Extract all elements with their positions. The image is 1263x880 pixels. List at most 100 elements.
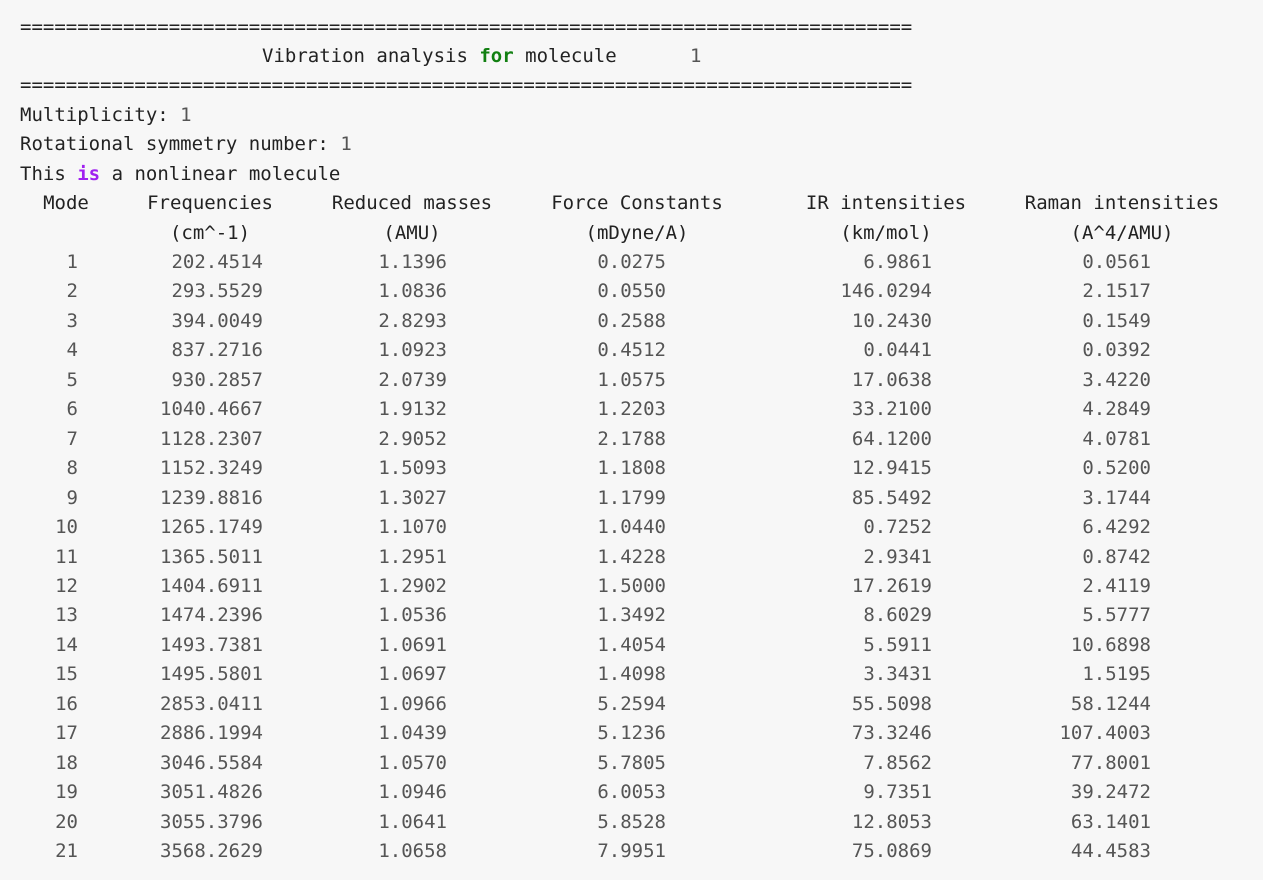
multiplicity-label: Multiplicity: bbox=[20, 104, 169, 126]
cell-ir-intensity: 7.8562 bbox=[863, 752, 932, 774]
cell-frequency: 1152.3249 bbox=[160, 457, 263, 479]
cell-ir-intensity: 33.2100 bbox=[851, 398, 932, 420]
cell-reduced-mass: 1.9132 bbox=[378, 398, 447, 420]
cell-raman-intensity: 2.4119 bbox=[1082, 575, 1151, 597]
nonlinear-this: This bbox=[20, 163, 66, 185]
cell-ir-intensity: 73.3246 bbox=[851, 722, 932, 744]
cell-raman-intensity: 0.0392 bbox=[1082, 339, 1151, 361]
cell-force-constant: 7.9951 bbox=[597, 840, 666, 862]
cell-ir-intensity: 85.5492 bbox=[851, 487, 932, 509]
molecule-number: 1 bbox=[690, 45, 702, 67]
cell-reduced-mass: 1.0536 bbox=[378, 604, 447, 626]
cell-reduced-mass: 1.0946 bbox=[378, 781, 447, 803]
cell-ir-intensity: 12.9415 bbox=[851, 457, 932, 479]
title-suffix: molecule bbox=[525, 45, 617, 67]
cell-frequency: 3568.2629 bbox=[160, 840, 263, 862]
cell-reduced-mass: 1.0697 bbox=[378, 663, 447, 685]
cell-ir-intensity: 10.2430 bbox=[851, 310, 932, 332]
cell-reduced-mass: 1.0658 bbox=[378, 840, 447, 862]
nonlinear-is: is bbox=[77, 163, 101, 185]
cell-raman-intensity: 0.8742 bbox=[1082, 546, 1151, 568]
cell-frequency: 837.2716 bbox=[171, 339, 263, 361]
cell-force-constant: 0.0550 bbox=[597, 280, 666, 302]
cell-frequency: 202.4514 bbox=[171, 251, 263, 273]
cell-force-constant: 1.3492 bbox=[597, 604, 666, 626]
cell-force-constant: 5.8528 bbox=[597, 811, 666, 833]
separator-top: ========================================… bbox=[20, 16, 913, 38]
cell-frequency: 3051.4826 bbox=[160, 781, 263, 803]
cell-force-constant: 1.1799 bbox=[597, 487, 666, 509]
cell-raman-intensity: 3.1744 bbox=[1082, 487, 1151, 509]
cell-frequency: 1404.6911 bbox=[160, 575, 263, 597]
cell-frequency: 394.0049 bbox=[171, 310, 263, 332]
cell-force-constant: 1.1808 bbox=[597, 457, 666, 479]
cell-ir-intensity: 2.9341 bbox=[863, 546, 932, 568]
cell-ir-intensity: 6.9861 bbox=[863, 251, 932, 273]
cell-frequency: 930.2857 bbox=[171, 369, 263, 391]
cell-reduced-mass: 1.0641 bbox=[378, 811, 447, 833]
cell-ir-intensity: 3.3431 bbox=[863, 663, 932, 685]
cell-ir-intensity: 0.7252 bbox=[863, 516, 932, 538]
cell-ir-intensity: 5.5911 bbox=[863, 634, 932, 656]
cell-force-constant: 6.0053 bbox=[597, 781, 666, 803]
cell-frequency: 1365.5011 bbox=[160, 546, 263, 568]
cell-force-constant: 1.0440 bbox=[597, 516, 666, 538]
cell-frequency: 2853.0411 bbox=[160, 693, 263, 715]
cell-raman-intensity: 44.4583 bbox=[1070, 840, 1151, 862]
symmetry-value: 1 bbox=[340, 133, 352, 155]
cell-reduced-mass: 2.9052 bbox=[378, 428, 447, 450]
cell-reduced-mass: 1.3027 bbox=[378, 487, 447, 509]
cell-raman-intensity: 63.1401 bbox=[1070, 811, 1151, 833]
cell-frequency: 2886.1994 bbox=[160, 722, 263, 744]
cell-ir-intensity: 64.1200 bbox=[851, 428, 932, 450]
nonlinear-rest: a nonlinear molecule bbox=[111, 163, 341, 185]
cell-force-constant: 1.2203 bbox=[597, 398, 666, 420]
cell-reduced-mass: 1.0691 bbox=[378, 634, 447, 656]
cell-frequency: 3055.3796 bbox=[160, 811, 263, 833]
cell-force-constant: 5.7805 bbox=[597, 752, 666, 774]
title-prefix: Vibration analysis bbox=[262, 45, 468, 67]
cell-reduced-mass: 1.5093 bbox=[378, 457, 447, 479]
symmetry-line: Rotational symmetry number: 1 bbox=[20, 133, 352, 155]
cell-force-constant: 5.2594 bbox=[597, 693, 666, 715]
cell-force-constant: 0.2588 bbox=[597, 310, 666, 332]
cell-force-constant: 1.5000 bbox=[597, 575, 666, 597]
cell-ir-intensity: 55.5098 bbox=[851, 693, 932, 715]
cell-frequency: 1265.1749 bbox=[160, 516, 263, 538]
cell-force-constant: 0.0275 bbox=[597, 251, 666, 273]
multiplicity-line: Multiplicity: 1 bbox=[20, 104, 192, 126]
cell-raman-intensity: 5.5777 bbox=[1082, 604, 1151, 626]
cell-raman-intensity: 6.4292 bbox=[1082, 516, 1151, 538]
cell-raman-intensity: 107.4003 bbox=[1059, 722, 1151, 744]
output-block: ========================================… bbox=[0, 0, 1263, 880]
cell-frequency: 1495.5801 bbox=[160, 663, 263, 685]
cell-frequency: 1474.2396 bbox=[160, 604, 263, 626]
cell-reduced-mass: 1.0923 bbox=[378, 339, 447, 361]
cell-frequency: 1239.8816 bbox=[160, 487, 263, 509]
cell-raman-intensity: 77.8001 bbox=[1070, 752, 1151, 774]
cell-raman-intensity: 4.0781 bbox=[1082, 428, 1151, 450]
cell-frequency: 1493.7381 bbox=[160, 634, 263, 656]
cell-reduced-mass: 2.0739 bbox=[378, 369, 447, 391]
cell-reduced-mass: 1.0836 bbox=[378, 280, 447, 302]
cell-raman-intensity: 39.2472 bbox=[1070, 781, 1151, 803]
cell-reduced-mass: 1.0966 bbox=[378, 693, 447, 715]
cell-raman-intensity: 3.4220 bbox=[1082, 369, 1151, 391]
cell-force-constant: 1.4228 bbox=[597, 546, 666, 568]
cell-raman-intensity: 4.2849 bbox=[1082, 398, 1151, 420]
cell-force-constant: 2.1788 bbox=[597, 428, 666, 450]
separator-bottom: ========================================… bbox=[20, 74, 913, 96]
cell-raman-intensity: 0.5200 bbox=[1082, 457, 1151, 479]
cell-frequency: 1128.2307 bbox=[160, 428, 263, 450]
cell-ir-intensity: 17.0638 bbox=[851, 369, 932, 391]
cell-ir-intensity: 0.0441 bbox=[863, 339, 932, 361]
cell-raman-intensity: 58.1244 bbox=[1070, 693, 1151, 715]
cell-reduced-mass: 1.0570 bbox=[378, 752, 447, 774]
cell-ir-intensity: 146.0294 bbox=[840, 280, 932, 302]
cell-force-constant: 5.1236 bbox=[597, 722, 666, 744]
cell-ir-intensity: 75.0869 bbox=[851, 840, 932, 862]
nonlinear-line: This is a nonlinear molecule bbox=[20, 163, 340, 185]
cell-frequency: 3046.5584 bbox=[160, 752, 263, 774]
column-unit-raman-intensity: (A^4/AMU) bbox=[1070, 222, 1174, 244]
cell-reduced-mass: 1.2902 bbox=[378, 575, 447, 597]
